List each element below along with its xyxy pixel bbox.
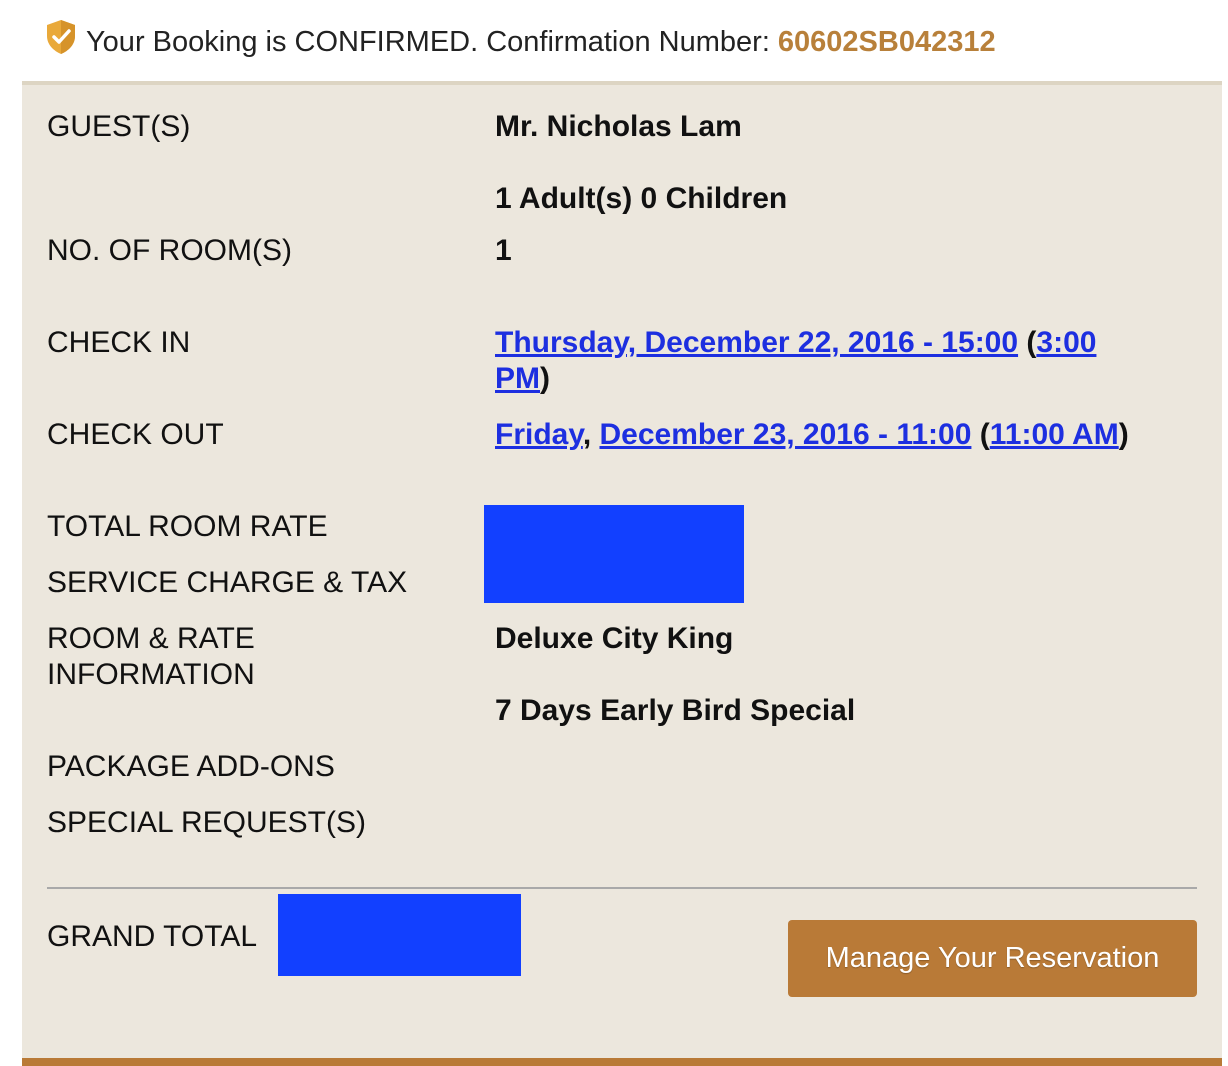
booking-confirmation-page: Your Booking is CONFIRMED. Confirmation … xyxy=(0,0,1228,1066)
checkout-date-link[interactable]: December 23, 2016 - 11:00 xyxy=(599,418,971,451)
checkout-label: CHECK OUT xyxy=(47,418,224,451)
manage-reservation-button[interactable]: Manage Your Reservation xyxy=(788,920,1197,997)
rooms-value: 1 xyxy=(495,234,512,267)
confirmation-text: Your Booking is CONFIRMED. Confirmation … xyxy=(86,25,770,58)
checkin-time-link[interactable]: 3:00 xyxy=(1036,326,1096,359)
divider xyxy=(47,887,1197,889)
rooms-label: NO. OF ROOM(S) xyxy=(47,234,292,267)
rate-plan: 7 Days Early Bird Special xyxy=(495,694,856,727)
checkout-time-link[interactable]: 11:00 AM xyxy=(990,418,1119,451)
confirmation-header: Your Booking is CONFIRMED. Confirmation … xyxy=(44,14,996,70)
guests-label: GUEST(S) xyxy=(47,110,191,143)
checkin-value: Thursday, December 22, 2016 - 15:00 (3:0… xyxy=(495,326,1097,395)
guest-count: 1 Adult(s) 0 Children xyxy=(495,182,788,215)
checkout-value: Friday, December 23, 2016 - 11:00 (11:00… xyxy=(495,418,1129,451)
checkout-day-link[interactable]: Friday xyxy=(495,418,583,451)
shield-check-icon xyxy=(47,20,75,54)
special-requests-label: SPECIAL REQUEST(S) xyxy=(47,806,366,839)
grand-total-label: GRAND TOTAL xyxy=(47,920,258,953)
redacted-rate-block xyxy=(484,505,744,603)
service-charge-tax-label: SERVICE CHARGE & TAX xyxy=(47,566,408,599)
confirmation-number: 60602SB042312 xyxy=(777,25,996,58)
guest-name: Mr. Nicholas Lam xyxy=(495,110,742,143)
package-addons-label: PACKAGE ADD-ONS xyxy=(47,750,335,783)
redacted-grand-total xyxy=(278,894,521,976)
checkin-label: CHECK IN xyxy=(47,326,191,359)
total-room-rate-label: TOTAL ROOM RATE xyxy=(47,510,328,543)
checkin-time-link-pm[interactable]: PM xyxy=(495,362,540,395)
footer-accent-bar xyxy=(22,1058,1222,1066)
checkin-date-link[interactable]: Thursday, December 22, 2016 - 15:00 xyxy=(495,326,1018,359)
room-type: Deluxe City King xyxy=(495,622,734,655)
room-rate-info-label: ROOM & RATE INFORMATION xyxy=(47,622,255,691)
